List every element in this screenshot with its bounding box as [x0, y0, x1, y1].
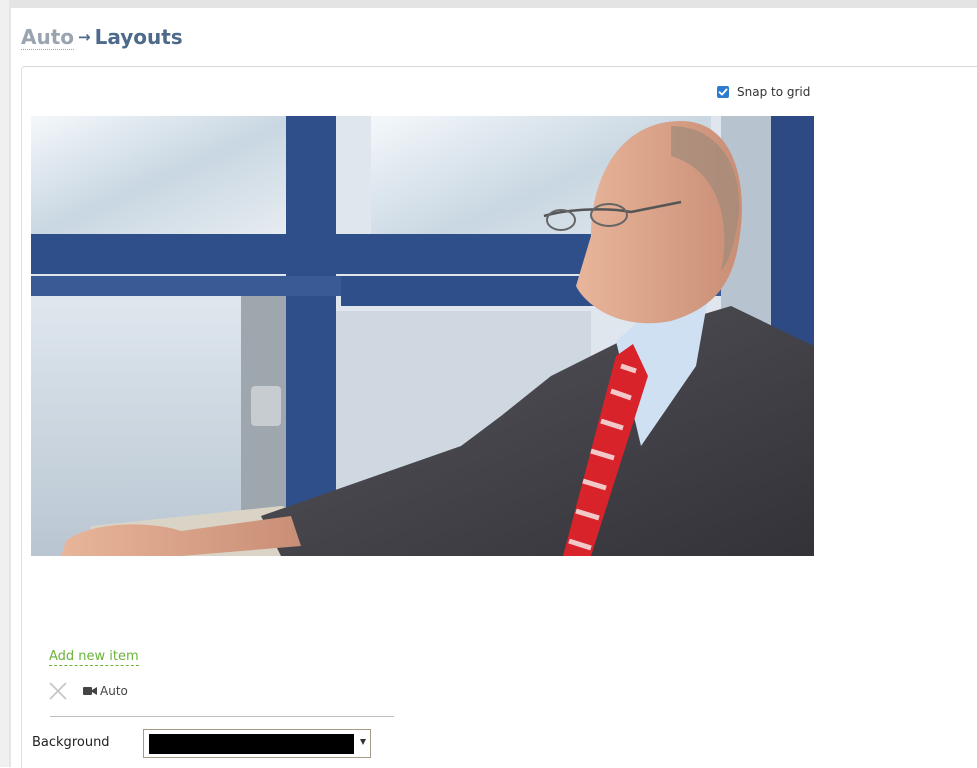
- snap-to-grid-label: Snap to grid: [737, 85, 811, 99]
- checkmark-icon: [718, 88, 728, 96]
- layout-item-label[interactable]: Auto: [100, 684, 128, 698]
- snap-to-grid-toggle[interactable]: Snap to grid: [717, 84, 810, 100]
- top-border: [0, 0, 977, 8]
- background-color-select[interactable]: [143, 729, 371, 758]
- close-icon[interactable]: [48, 681, 68, 701]
- background-label: Background: [32, 735, 110, 750]
- background-color-swatch: [149, 734, 354, 754]
- layout-item-row: Auto: [48, 681, 128, 701]
- divider: [50, 716, 394, 717]
- video-camera-icon: [83, 687, 97, 695]
- page-title: Layouts: [94, 25, 183, 49]
- video-frame-image: [31, 116, 814, 556]
- arrow-right-icon: →: [78, 28, 91, 46]
- layout-canvas-video-item[interactable]: [31, 116, 814, 556]
- left-border-inner: [9, 8, 11, 767]
- breadcrumb: Auto → Layouts: [21, 25, 183, 55]
- breadcrumb-parent-link[interactable]: Auto: [21, 25, 75, 50]
- snap-to-grid-checkbox[interactable]: [717, 86, 729, 98]
- caret-down-icon: [360, 739, 366, 745]
- left-border: [0, 0, 9, 767]
- add-new-item-link[interactable]: Add new item: [49, 649, 139, 666]
